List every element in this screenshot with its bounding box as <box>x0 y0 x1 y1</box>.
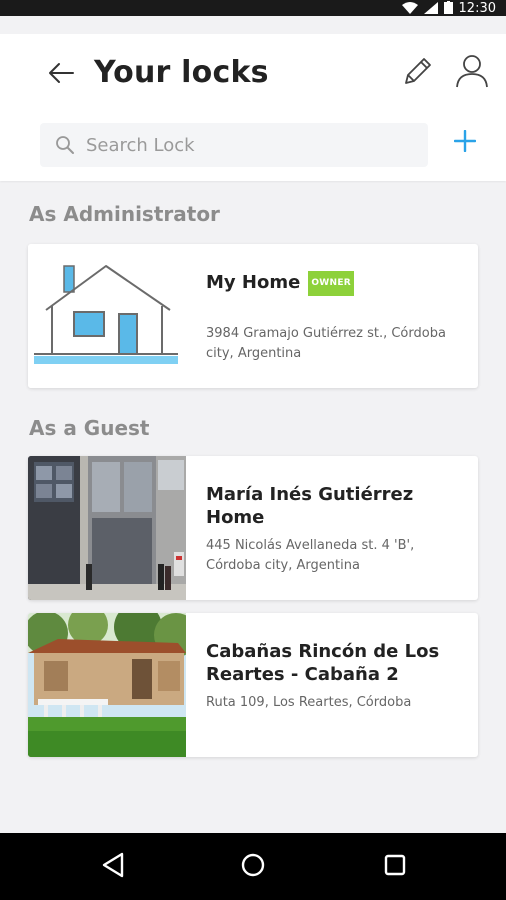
search-box <box>40 123 428 167</box>
nav-recents-button[interactable] <box>378 851 412 883</box>
lock-address: Ruta 109, Los Reartes, Córdoba <box>206 695 412 710</box>
pencil-icon <box>400 55 434 93</box>
section-label-guest: As a Guest <box>29 416 150 440</box>
lock-name: My Home OWNER <box>206 271 355 296</box>
status-bar: 12:30 <box>0 0 506 16</box>
section-label-admin: As Administrator <box>29 202 220 226</box>
arrow-left-icon <box>47 61 75 89</box>
profile-button[interactable] <box>452 54 492 92</box>
add-lock-button[interactable] <box>448 124 482 162</box>
search-icon <box>54 134 76 156</box>
wifi-icon <box>401 0 418 18</box>
lock-name: María Inés Gutiérrez Home <box>206 484 414 528</box>
house-illustration <box>28 244 186 388</box>
cabin-photo <box>28 613 186 757</box>
circle-home-icon <box>239 851 267 883</box>
page-title: Your locks <box>94 55 269 90</box>
nav-back-button[interactable] <box>96 851 130 883</box>
plus-icon <box>453 129 477 156</box>
square-recents-icon <box>382 852 408 882</box>
user-icon <box>454 53 490 93</box>
lock-card-cabanas[interactable]: Cabañas Rincón de Los Reartes - Cabaña 2… <box>28 613 478 757</box>
system-nav-bar <box>0 833 506 900</box>
lock-name: Cabañas Rincón de Los Reartes - Cabaña 2 <box>206 641 440 685</box>
building-photo <box>28 456 186 600</box>
search-input[interactable] <box>86 134 386 156</box>
back-button[interactable] <box>44 60 78 90</box>
lock-card-my-home[interactable]: My Home OWNER 3984 Gramajo Gutiérrez st.,… <box>28 244 478 388</box>
lock-address: 445 Nicolás Avellaneda st. 4 'B', Córdob… <box>206 538 415 573</box>
signal-icon <box>423 0 438 18</box>
status-time: 12:30 <box>458 0 496 16</box>
owner-badge: OWNER <box>308 271 355 296</box>
lock-card-maria-ines[interactable]: María Inés Gutiérrez Home 445 Nicolás Av… <box>28 456 478 600</box>
nav-home-button[interactable] <box>236 851 270 883</box>
edit-button[interactable] <box>398 56 436 92</box>
battery-icon <box>443 0 453 18</box>
lock-address: 3984 Gramajo Gutiérrez st., Córdoba city… <box>206 326 446 361</box>
triangle-back-icon <box>100 851 126 883</box>
